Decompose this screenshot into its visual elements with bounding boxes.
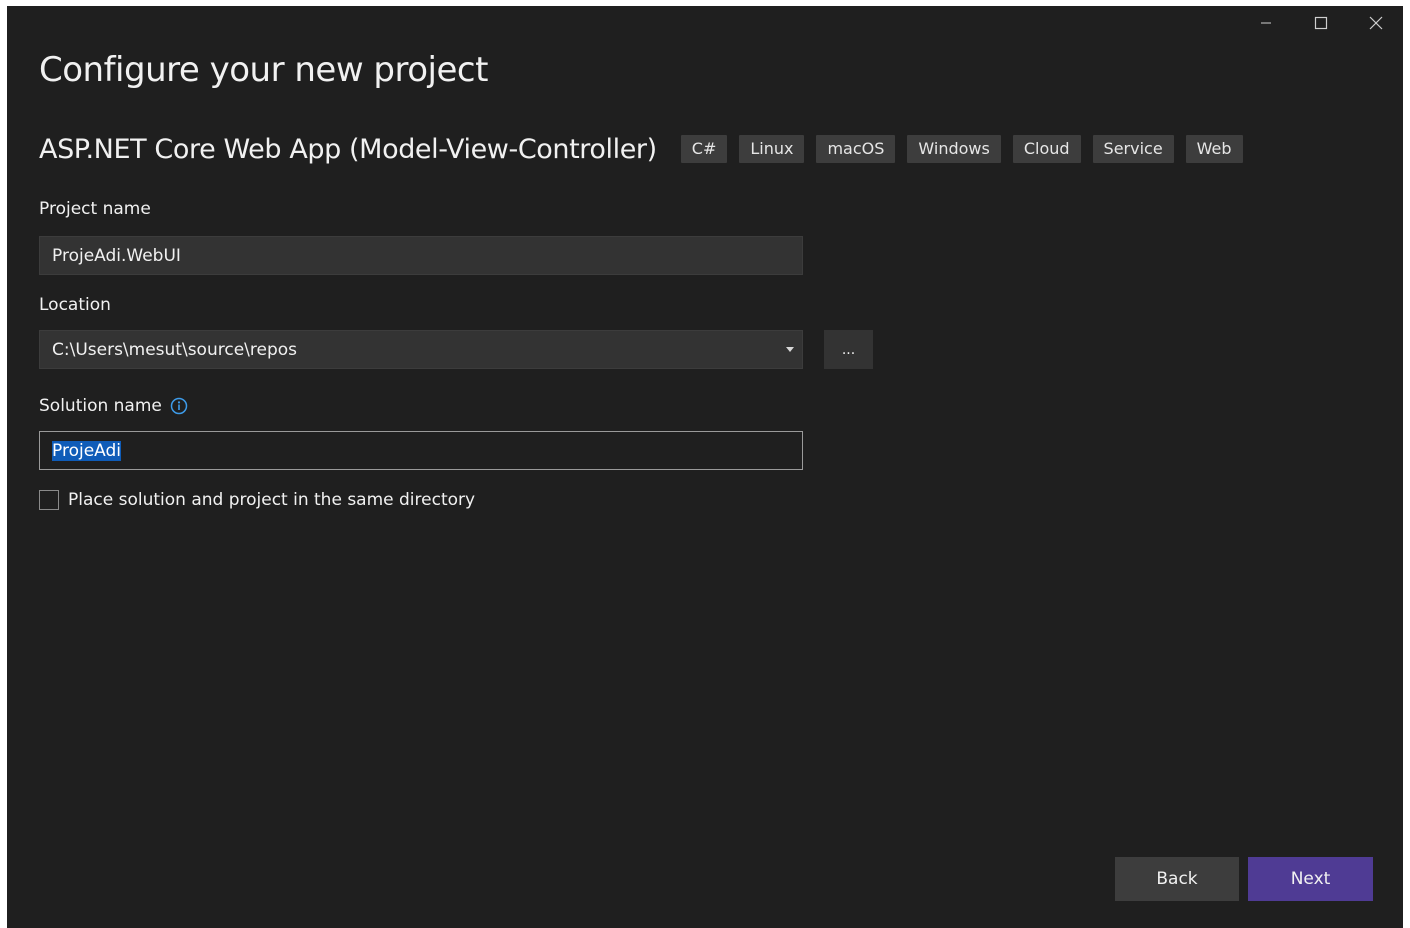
info-icon[interactable] bbox=[170, 397, 188, 415]
tag-linux: Linux bbox=[739, 135, 805, 163]
tag-csharp: C# bbox=[680, 135, 728, 163]
solution-name-label: Solution name bbox=[39, 396, 188, 416]
tag-windows: Windows bbox=[907, 135, 1001, 163]
close-icon bbox=[1369, 16, 1382, 30]
same-directory-option[interactable]: Place solution and project in the same d… bbox=[39, 490, 475, 510]
back-button[interactable]: Back bbox=[1115, 857, 1239, 901]
location-combobox[interactable]: C:\Users\mesut\source\repos bbox=[39, 330, 803, 369]
tag-cloud: Cloud bbox=[1012, 135, 1081, 163]
window-controls bbox=[1238, 6, 1403, 40]
project-name-label-text: Project name bbox=[39, 199, 151, 219]
minimize-button[interactable] bbox=[1238, 6, 1293, 40]
location-value: C:\Users\mesut\source\repos bbox=[52, 339, 298, 360]
location-label: Location bbox=[39, 295, 111, 315]
project-name-input[interactable]: ProjeAdi.WebUI bbox=[39, 236, 803, 275]
close-button[interactable] bbox=[1348, 6, 1403, 40]
page-title: Configure your new project bbox=[39, 50, 488, 90]
solution-name-value: ProjeAdi bbox=[52, 440, 121, 461]
caret-down-icon[interactable] bbox=[784, 344, 796, 356]
tag-web: Web bbox=[1185, 135, 1243, 163]
maximize-icon bbox=[1314, 16, 1327, 30]
same-directory-label: Place solution and project in the same d… bbox=[68, 490, 476, 510]
solution-name-input[interactable]: ProjeAdi bbox=[39, 431, 803, 470]
configure-project-window: Configure your new project ASP.NET Core … bbox=[7, 6, 1403, 928]
tag-macos: macOS bbox=[816, 135, 896, 163]
project-name-value: ProjeAdi.WebUI bbox=[52, 245, 181, 266]
same-directory-checkbox[interactable] bbox=[39, 490, 59, 510]
minimize-icon bbox=[1260, 22, 1271, 24]
solution-name-label-text: Solution name bbox=[39, 396, 162, 416]
browse-button[interactable]: ... bbox=[824, 330, 873, 369]
project-name-label: Project name bbox=[39, 199, 151, 219]
location-label-text: Location bbox=[39, 295, 111, 315]
next-button[interactable]: Next bbox=[1248, 857, 1373, 901]
maximize-button[interactable] bbox=[1293, 6, 1348, 40]
tag-service: Service bbox=[1092, 135, 1174, 163]
template-header: ASP.NET Core Web App (Model-View-Control… bbox=[39, 132, 1243, 166]
template-name: ASP.NET Core Web App (Model-View-Control… bbox=[39, 133, 657, 165]
